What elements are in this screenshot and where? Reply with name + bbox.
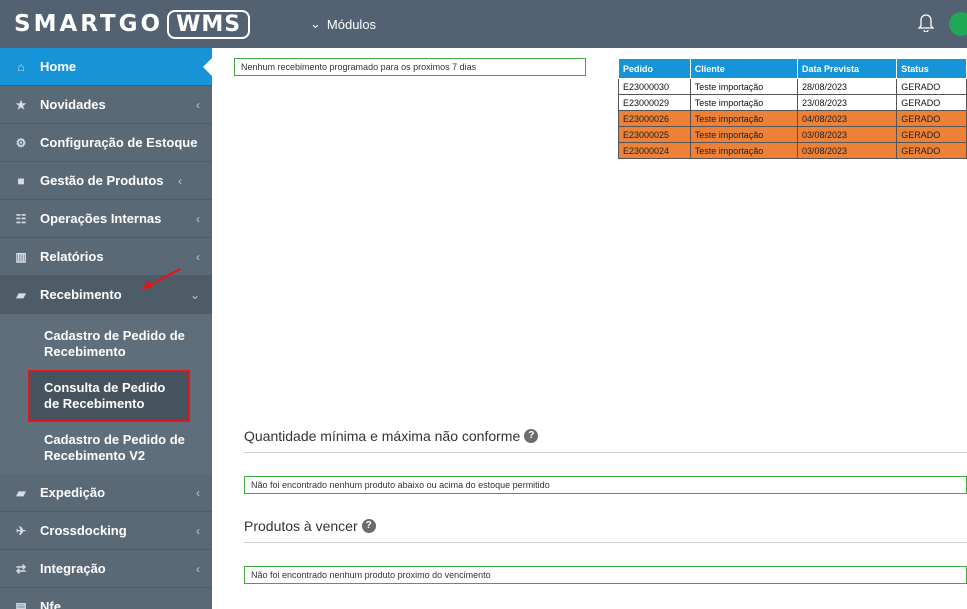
qty-section-title: Quantidade mínima e máxima não conforme … <box>244 428 539 444</box>
sidebar-item-nfe[interactable]: ▤ Nfe <box>0 588 212 609</box>
cell-data: 03/08/2023 <box>796 126 898 143</box>
chevron-left-icon: ‹ <box>196 249 200 264</box>
table-row[interactable]: E23000029 Teste importação 23/08/2023 GE… <box>618 94 967 111</box>
whatsapp-icon[interactable] <box>949 12 967 36</box>
chevron-left-icon: ‹ <box>196 485 200 500</box>
table-row[interactable]: E23000025 Teste importação 03/08/2023 GE… <box>618 126 967 143</box>
box-icon: ■ <box>17 173 25 188</box>
cell-data: 04/08/2023 <box>796 110 898 127</box>
main-content: Nenhum recebimento programado para os pr… <box>212 48 967 609</box>
sidebar-item-expedicao[interactable]: ▰ Expedição ‹ <box>0 474 212 512</box>
gears-icon: ⚙ <box>15 135 27 150</box>
truck-icon: ▰ <box>16 287 26 302</box>
sidebar-item-label: Relatórios <box>40 249 104 264</box>
sidebar-item-integracao[interactable]: ⇄ Integração ‹ <box>0 550 212 588</box>
expiry-message: Não foi encontrado nenhum produto proxim… <box>244 566 967 584</box>
sidebar-item-home[interactable]: ⌂ Home <box>0 48 212 86</box>
no-receipts-message: Nenhum recebimento programado para os pr… <box>234 58 586 76</box>
cell-status: GERADO <box>896 142 967 159</box>
table-row[interactable]: E23000026 Teste importação 04/08/2023 GE… <box>618 110 967 127</box>
chevron-left-icon: ‹ <box>196 561 200 576</box>
expiry-section-title: Produtos à vencer ? <box>244 518 376 534</box>
sidebar-item-label: Integração <box>40 561 106 576</box>
cell-status: GERADO <box>896 78 967 95</box>
sidebar-item-configuracao[interactable]: ⚙ Configuração de Estoque <box>0 124 212 162</box>
chevron-left-icon: ‹ <box>178 173 182 188</box>
submenu-item-cadastro-pedido-v2[interactable]: Cadastro de Pedido de Recebimento V2 <box>0 422 212 474</box>
chevron-down-icon: ⌄ <box>189 287 200 302</box>
help-icon[interactable]: ? <box>361 519 376 533</box>
cell-status: GERADO <box>896 126 967 143</box>
cell-cliente: Teste importação <box>689 110 798 127</box>
table-header-row: Pedido Cliente Data Prevista Status <box>618 58 967 79</box>
plane-icon: ✈ <box>15 523 27 538</box>
expiry-title-text: Produtos à vencer <box>244 518 358 534</box>
annotation-arrow <box>142 268 181 289</box>
sidebar-item-label: Home <box>40 59 77 74</box>
submenu-item-consulta-pedido[interactable]: Consulta de Pedido de Recebimento <box>28 370 190 422</box>
cell-cliente: Teste importação <box>689 78 798 95</box>
sidebar-item-label: Configuração de Estoque <box>40 135 198 150</box>
column-header[interactable]: Data Prevista <box>796 58 898 79</box>
submenu-item-cadastro-pedido[interactable]: Cadastro de Pedido de Recebimento <box>0 314 212 370</box>
sitemap-icon: ☷ <box>15 211 27 226</box>
sidebar-item-label: Novidades <box>40 97 106 112</box>
divider <box>244 452 967 453</box>
sidebar-item-label: Expedição <box>40 485 106 500</box>
table-row[interactable]: E23000024 Teste importação 03/08/2023 GE… <box>618 142 967 159</box>
qty-title-text: Quantidade mínima e máxima não conforme <box>244 428 521 444</box>
cell-status: GERADO <box>896 110 967 127</box>
sidebar-item-gestao-produtos[interactable]: ■ Gestão de Produtos ‹ <box>0 162 212 200</box>
star-icon: ★ <box>15 97 27 112</box>
cell-cliente: Teste importação <box>689 126 798 143</box>
sidebar: ⌂ Home ★ Novidades ‹ ⚙ Configuração de E… <box>0 48 212 609</box>
sidebar-item-label: Recebimento <box>40 287 122 302</box>
cell-data: 03/08/2023 <box>796 142 898 159</box>
cell-pedido: E23000026 <box>618 110 691 127</box>
exchange-icon: ⇄ <box>15 561 27 576</box>
cell-pedido: E23000029 <box>618 94 691 111</box>
cell-data: 28/08/2023 <box>796 78 898 95</box>
sidebar-item-operacoes[interactable]: ☷ Operações Internas ‹ <box>0 200 212 238</box>
cell-cliente: Teste importação <box>689 142 798 159</box>
truck-icon: ▰ <box>16 485 26 500</box>
column-header[interactable]: Pedido <box>618 58 691 79</box>
receipts-table: Pedido Cliente Data Prevista Status E230… <box>618 58 967 159</box>
cell-status: GERADO <box>896 94 967 111</box>
chevron-left-icon: ‹ <box>196 211 200 226</box>
top-bar: SMARTGO WMS ⌄ Módulos <box>0 0 967 48</box>
sidebar-item-crossdocking[interactable]: ✈ Crossdocking ‹ <box>0 512 212 550</box>
modules-label: Módulos <box>326 16 377 32</box>
bell-icon[interactable] <box>918 12 934 32</box>
cell-pedido: E23000030 <box>618 78 691 95</box>
table-row[interactable]: E23000030 Teste importação 28/08/2023 GE… <box>618 78 967 95</box>
sidebar-item-novidades[interactable]: ★ Novidades ‹ <box>0 86 212 124</box>
file-icon: ▤ <box>15 599 27 609</box>
column-header[interactable]: Status <box>896 58 967 79</box>
help-icon[interactable]: ? <box>524 429 539 443</box>
sidebar-item-label: Nfe <box>40 599 61 609</box>
cell-pedido: E23000024 <box>618 142 691 159</box>
divider <box>244 542 967 543</box>
chevron-down-icon: ⌄ <box>310 16 321 31</box>
modules-menu[interactable]: ⌄ Módulos <box>310 16 376 32</box>
logo-wms: WMS <box>167 9 251 39</box>
sidebar-item-label: Operações Internas <box>40 211 162 226</box>
sidebar-item-label: Crossdocking <box>40 523 127 538</box>
bar-chart-icon: ▥ <box>15 249 27 264</box>
recebimento-submenu: Cadastro de Pedido de Recebimento Consul… <box>0 314 212 474</box>
column-header[interactable]: Cliente <box>689 58 798 79</box>
home-icon: ⌂ <box>17 59 25 74</box>
cell-cliente: Teste importação <box>689 94 798 111</box>
logo-text: SMARTGO <box>14 11 164 37</box>
logo[interactable]: SMARTGO WMS <box>0 0 251 48</box>
cell-data: 23/08/2023 <box>796 94 898 111</box>
chevron-left-icon: ‹ <box>196 97 200 112</box>
sidebar-item-label: Gestão de Produtos <box>40 173 164 188</box>
qty-message: Não foi encontrado nenhum produto abaixo… <box>244 476 967 494</box>
chevron-left-icon: ‹ <box>196 523 200 538</box>
cell-pedido: E23000025 <box>618 126 691 143</box>
